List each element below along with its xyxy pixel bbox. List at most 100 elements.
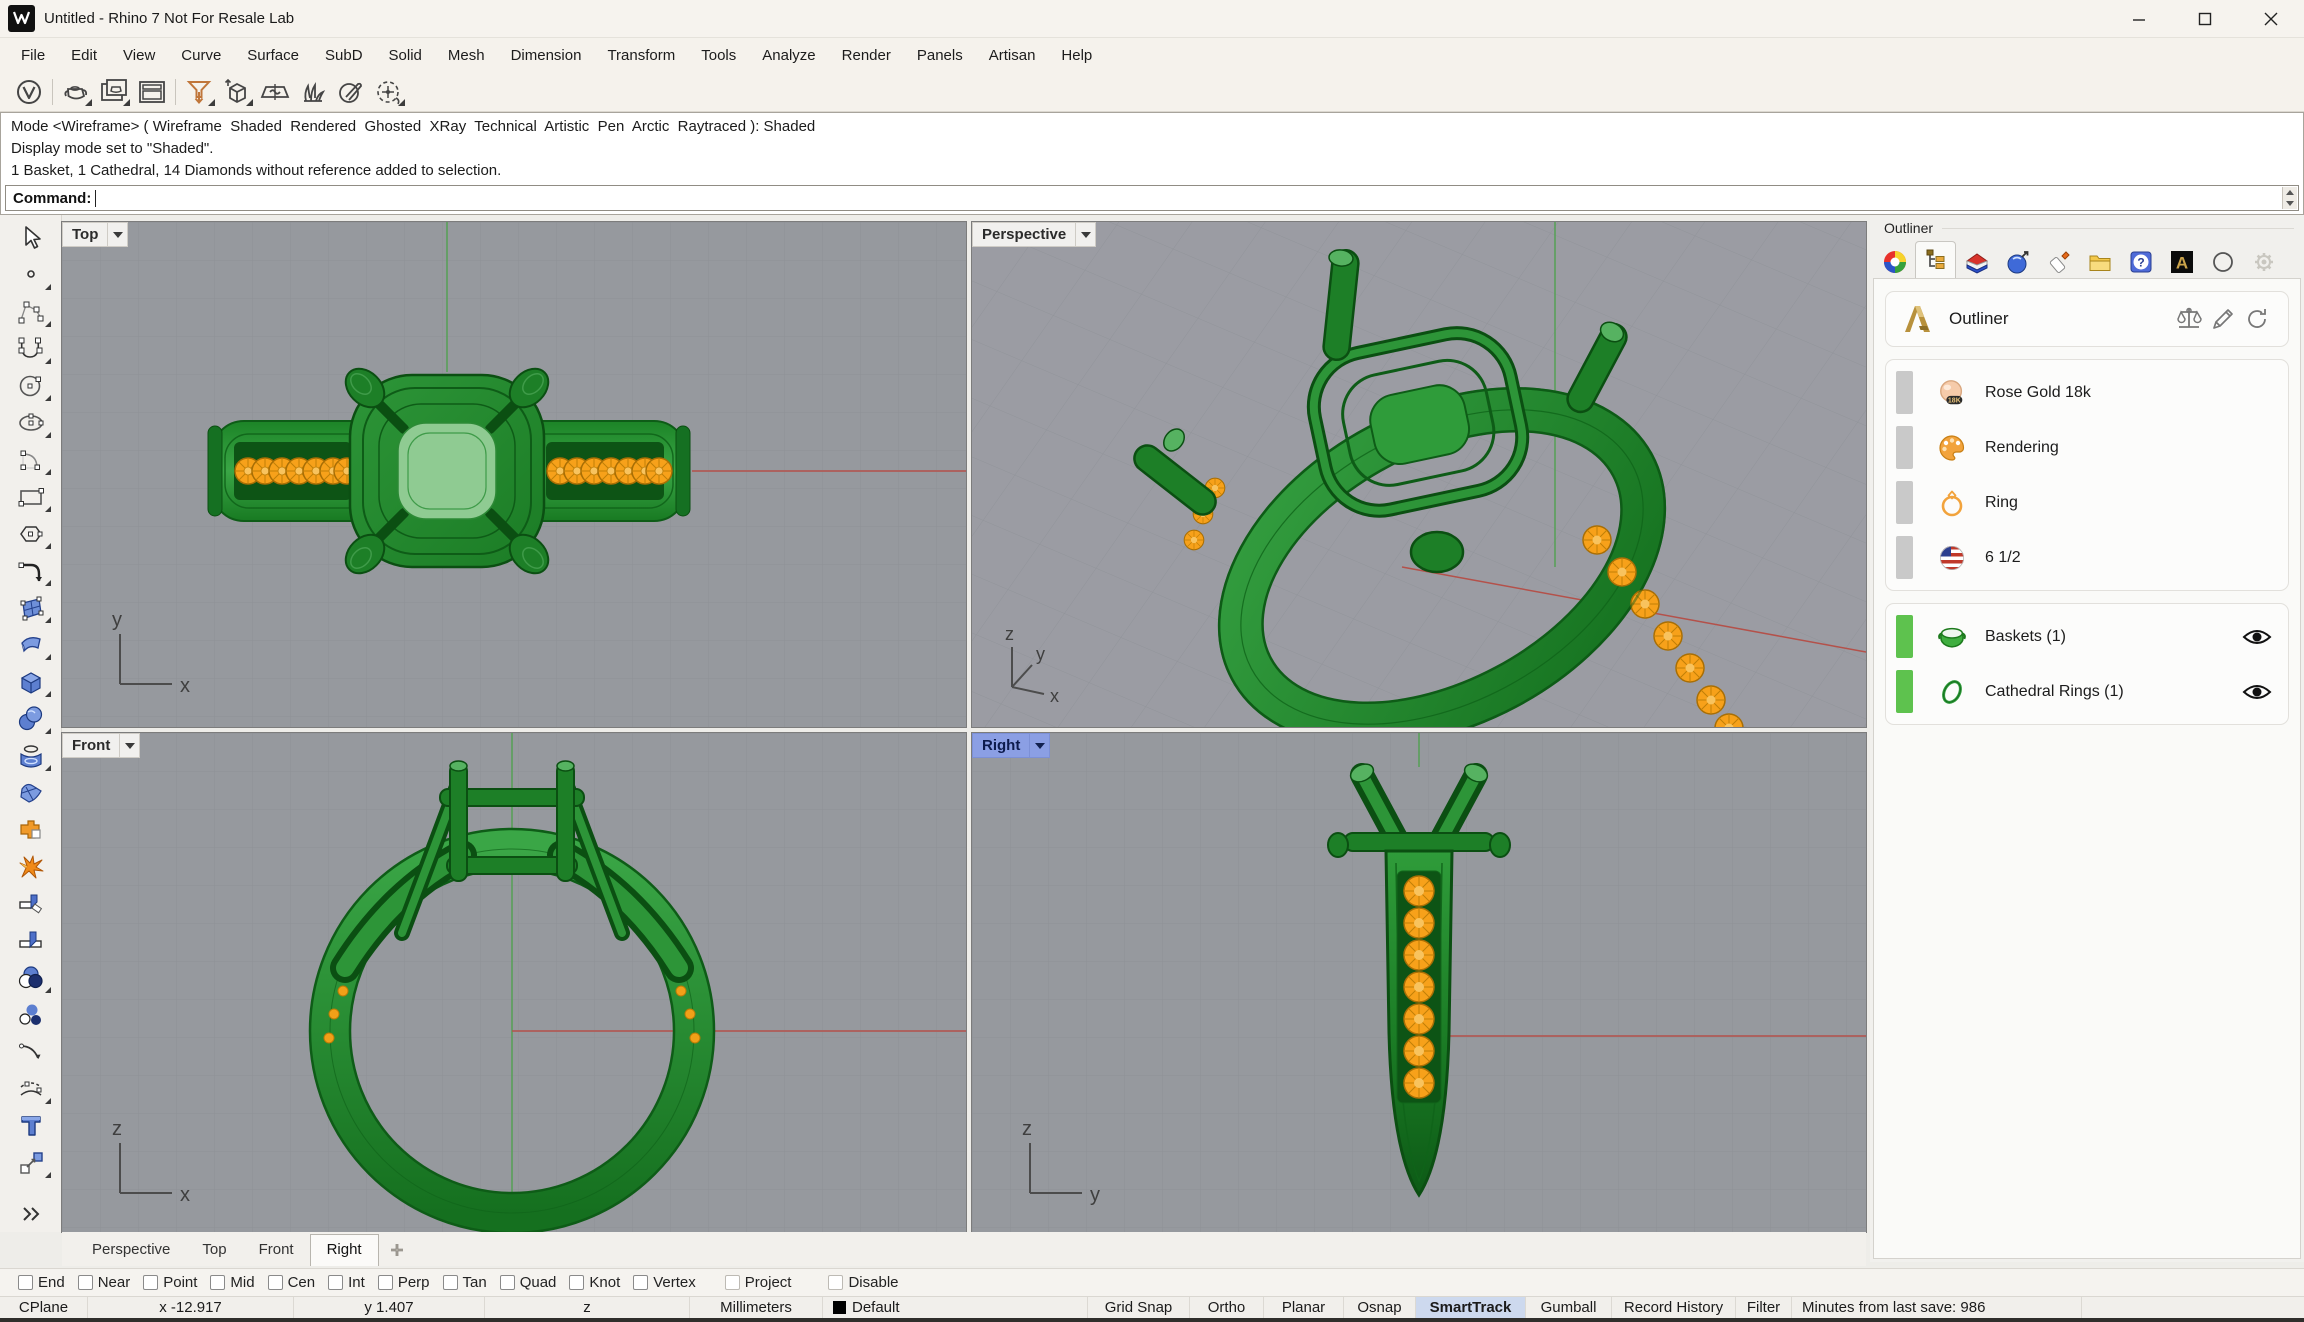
- menu-dimension[interactable]: Dimension: [498, 41, 595, 70]
- tab-right[interactable]: Right: [310, 1234, 379, 1266]
- menu-mesh[interactable]: Mesh: [435, 41, 498, 70]
- menu-file[interactable]: File: [8, 41, 58, 70]
- osnap-point[interactable]: Point: [143, 1274, 197, 1291]
- minimize-button[interactable]: [2106, 0, 2172, 37]
- checkbox[interactable]: [18, 1275, 33, 1290]
- command-scroll-spinner[interactable]: [2282, 187, 2297, 209]
- osnap-quad[interactable]: Quad: [500, 1274, 557, 1291]
- menu-analyze[interactable]: Analyze: [749, 41, 828, 70]
- tab-top[interactable]: Top: [186, 1235, 242, 1266]
- status-current-layer[interactable]: Default: [823, 1297, 1088, 1318]
- command-input[interactable]: Command:: [5, 185, 2299, 211]
- select-pointer-icon[interactable]: [8, 219, 54, 256]
- osnap-perp[interactable]: Perp: [378, 1274, 430, 1291]
- status-osnap[interactable]: Osnap: [1344, 1297, 1416, 1318]
- menu-help[interactable]: Help: [1048, 41, 1105, 70]
- boolean-objects-icon[interactable]: [8, 959, 54, 996]
- scroll-down-icon[interactable]: [2286, 201, 2294, 206]
- menu-tools[interactable]: Tools: [688, 41, 749, 70]
- osnap-near[interactable]: Near: [78, 1274, 131, 1291]
- status-gumball[interactable]: Gumball: [1526, 1297, 1612, 1318]
- tab-perspective[interactable]: Perspective: [76, 1235, 186, 1266]
- status-smarttrack[interactable]: SmartTrack: [1416, 1297, 1526, 1318]
- menu-view[interactable]: View: [110, 41, 168, 70]
- circle-icon[interactable]: [8, 367, 54, 404]
- checkbox[interactable]: [569, 1275, 584, 1290]
- trim-icon[interactable]: [8, 885, 54, 922]
- box-icon[interactable]: [8, 663, 54, 700]
- refresh-icon[interactable]: [2240, 304, 2274, 334]
- maximize-button[interactable]: [2172, 0, 2238, 37]
- osnap-knot[interactable]: Knot: [569, 1274, 620, 1291]
- balance-scale-icon[interactable]: [2172, 304, 2206, 334]
- frame-buffer-icon[interactable]: [133, 75, 171, 109]
- text-object-icon[interactable]: [8, 1107, 54, 1144]
- close-button[interactable]: [2238, 0, 2304, 37]
- curve-through-points-icon[interactable]: [8, 330, 54, 367]
- list-item[interactable]: 6 1/2: [1886, 530, 2288, 585]
- menu-panels[interactable]: Panels: [904, 41, 976, 70]
- viewport-top[interactable]: y x Top: [62, 222, 966, 727]
- clipper-icon[interactable]: [332, 75, 370, 109]
- checkbox[interactable]: [328, 1275, 343, 1290]
- viewport-label-top[interactable]: Top: [62, 222, 128, 247]
- move-copy-icon[interactable]: [8, 1144, 54, 1181]
- rectangle-icon[interactable]: [8, 478, 54, 515]
- list-item[interactable]: 18K Rose Gold 18k: [1886, 365, 2288, 420]
- viewport-front[interactable]: z x Front: [62, 733, 966, 1232]
- settings-gear-tab-icon[interactable]: [2243, 245, 2284, 278]
- render-interactive-icon[interactable]: [95, 75, 133, 109]
- status-ortho[interactable]: Ortho: [1190, 1297, 1264, 1318]
- checkbox[interactable]: [633, 1275, 648, 1290]
- chevron-down-icon[interactable]: [1075, 223, 1095, 246]
- outliner-tree-tab-icon[interactable]: [1915, 241, 1956, 278]
- osnap-project[interactable]: Project: [725, 1274, 792, 1291]
- checkbox[interactable]: [828, 1275, 843, 1290]
- fur-grass-icon[interactable]: [294, 75, 332, 109]
- viewport-label-perspective[interactable]: Perspective: [972, 222, 1096, 247]
- viewport-label-front[interactable]: Front: [62, 733, 140, 758]
- extend-curve-icon[interactable]: [8, 1033, 54, 1070]
- menu-solid[interactable]: Solid: [376, 41, 435, 70]
- help-tab-icon[interactable]: ?: [2120, 245, 2161, 278]
- viewport-right[interactable]: z y Right: [972, 733, 1866, 1232]
- menu-transform[interactable]: Transform: [594, 41, 688, 70]
- menu-artisan[interactable]: Artisan: [976, 41, 1049, 70]
- list-item[interactable]: Ring: [1886, 475, 2288, 530]
- osnap-tan[interactable]: Tan: [443, 1274, 487, 1291]
- vray-slice-tab-icon[interactable]: [1956, 245, 1997, 278]
- viewport-perspective[interactable]: z y x Perspective: [972, 222, 1866, 727]
- asset-editor-funnel-icon[interactable]: [180, 75, 218, 109]
- menu-subd[interactable]: SubD: [312, 41, 376, 70]
- scroll-up-icon[interactable]: [2286, 190, 2294, 195]
- ellipse-icon[interactable]: [8, 404, 54, 441]
- boolean-points-icon[interactable]: [8, 996, 54, 1033]
- visibility-eye-icon[interactable]: [2242, 681, 2272, 703]
- control-point-curve-icon[interactable]: [8, 293, 54, 330]
- status-filter[interactable]: Filter: [1736, 1297, 1792, 1318]
- menu-render[interactable]: Render: [829, 41, 904, 70]
- more-tools-icon[interactable]: [8, 1195, 54, 1232]
- boolean-union-icon[interactable]: [8, 811, 54, 848]
- checkbox[interactable]: [500, 1275, 515, 1290]
- viewport-label-right[interactable]: Right: [972, 733, 1050, 758]
- osnap-int[interactable]: Int: [328, 1274, 365, 1291]
- menu-curve[interactable]: Curve: [168, 41, 234, 70]
- render-teapot-icon[interactable]: [57, 75, 95, 109]
- revolve-icon[interactable]: [8, 737, 54, 774]
- vray-logo-icon[interactable]: [10, 75, 48, 109]
- explode-icon[interactable]: [8, 848, 54, 885]
- chevron-down-icon[interactable]: [107, 223, 127, 246]
- edit-pencil-icon[interactable]: [2206, 304, 2240, 334]
- color-wheel-tab-icon[interactable]: [1874, 245, 1915, 278]
- status-units[interactable]: Millimeters: [690, 1297, 823, 1318]
- list-item[interactable]: Rendering: [1886, 420, 2288, 475]
- status-grid-snap[interactable]: Grid Snap: [1088, 1297, 1190, 1318]
- visibility-eye-icon[interactable]: [2242, 626, 2272, 648]
- tab-front[interactable]: Front: [243, 1235, 310, 1266]
- checkbox[interactable]: [725, 1275, 740, 1290]
- infinite-plane-icon[interactable]: [256, 75, 294, 109]
- library-folder-tab-icon[interactable]: [2079, 245, 2120, 278]
- polygon-icon[interactable]: [8, 515, 54, 552]
- menu-surface[interactable]: Surface: [234, 41, 312, 70]
